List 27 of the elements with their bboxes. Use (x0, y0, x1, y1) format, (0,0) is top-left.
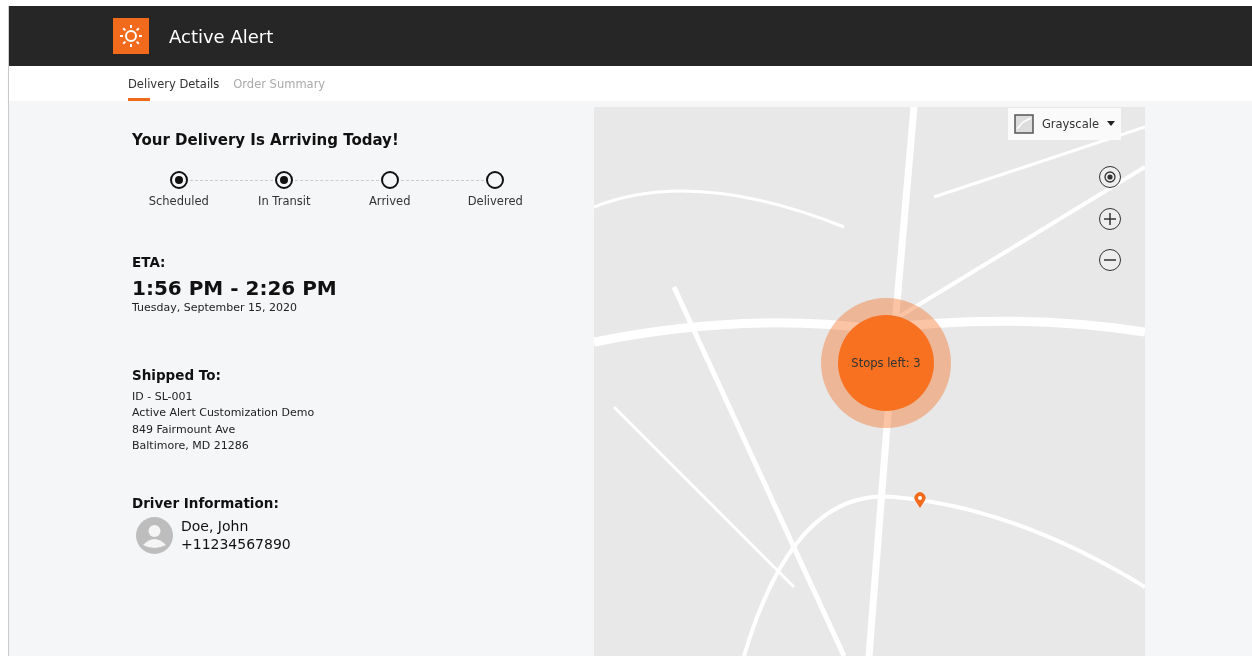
target-icon (1104, 171, 1116, 183)
map-thumbnail-icon (1013, 114, 1034, 134)
avatar-icon (136, 516, 173, 554)
address-line: 849 Fairmount Ave (132, 421, 237, 438)
driver-phone: +11234567890 (181, 535, 291, 553)
map-style-dropdown[interactable]: Grayscale (1007, 108, 1121, 140)
tab[interactable]: Delivery Details (128, 66, 220, 101)
delivery-heading: Your Delivery Is Arriving Today! (132, 131, 400, 149)
caret-icon (1107, 121, 1115, 127)
app-title: Active Alert (169, 25, 274, 47)
eta-date: Tuesday, September 15, 2020 (132, 300, 299, 316)
sun-logo-icon (120, 25, 142, 47)
step-label: Scheduled (148, 194, 209, 208)
eta-time: 1:56 PM - 2:26 PM (132, 276, 338, 300)
driver-name: Doe, John (181, 517, 250, 535)
shipped-to-label: Shipped To: (132, 366, 222, 383)
plus-icon (1104, 213, 1116, 225)
driver-label: Driver Information: (132, 494, 280, 511)
step-label: In Transit (258, 194, 311, 208)
address-line: Active Alert Customization Demo (132, 405, 316, 421)
map-pin-icon (914, 492, 926, 508)
step-label: Arrived (369, 194, 411, 208)
eta-label: ETA: (132, 254, 167, 270)
stops-left-label: Stops left: 3 (851, 356, 921, 370)
address-line: ID - SL-001 (132, 388, 194, 405)
step-label: Delivered (467, 194, 523, 208)
address-line: Baltimore, MD 21286 (132, 438, 250, 454)
